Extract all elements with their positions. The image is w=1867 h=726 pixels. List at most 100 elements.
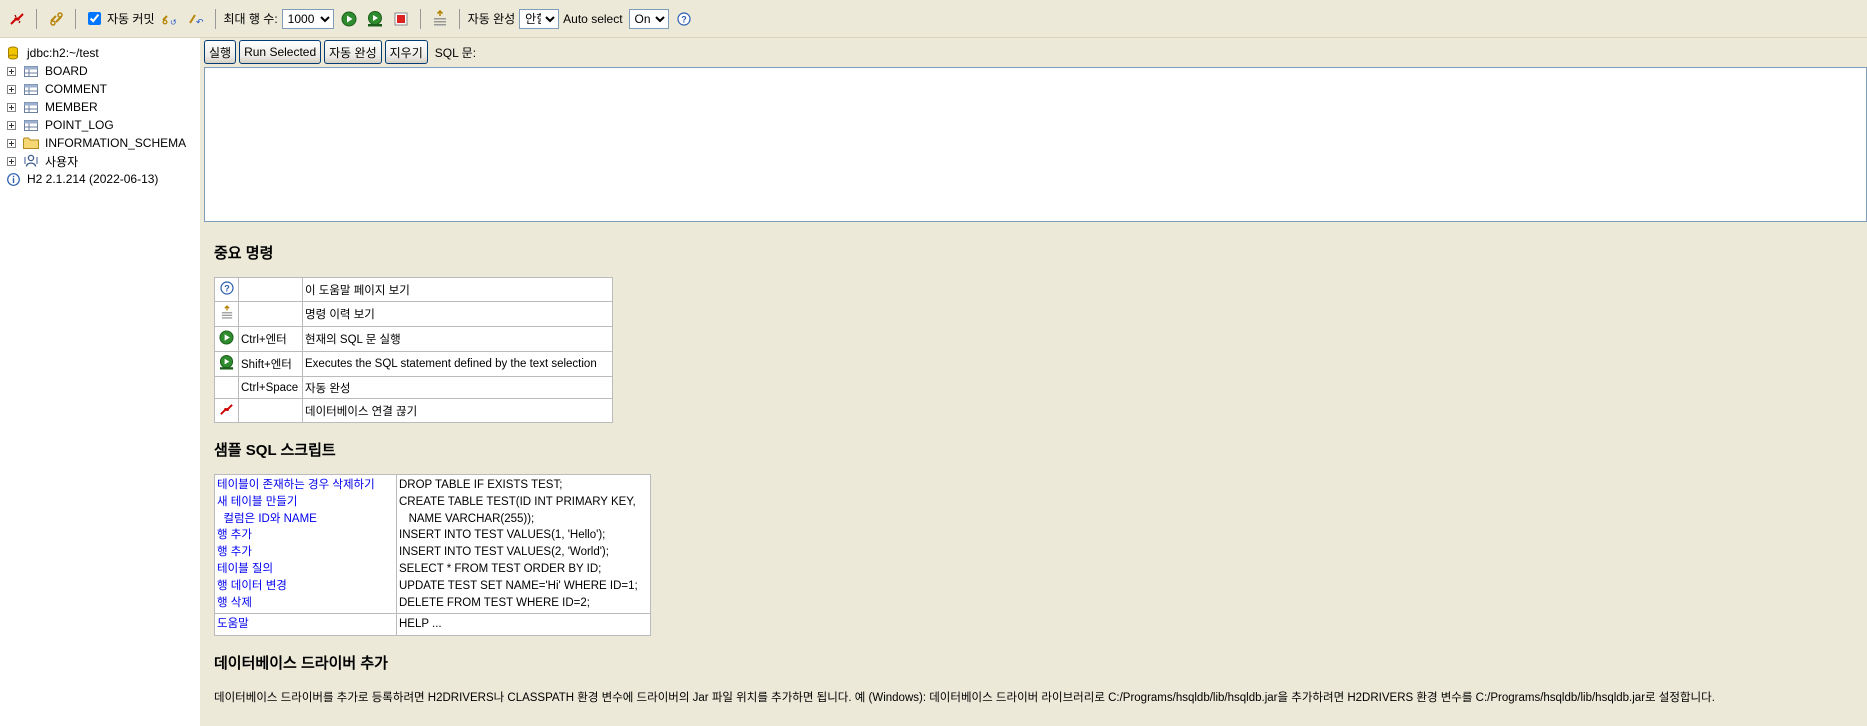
sample-sql-title: 샘플 SQL 스크립트 (214, 442, 336, 459)
sample-labels: 테이블이 존재하는 경우 삭제하기 새 테이블 만들기 컬럼은 ID와 NAME… (214, 473, 397, 615)
sample-sql-line: SELECT * FROM TEST ORDER BY ID; (399, 562, 602, 575)
add-driver-title: 데이터베이스 드라이버 추가 (214, 655, 388, 673)
tree-schema-label: INFORMATION_SCHEMA (45, 136, 187, 150)
command-desc: 이 도움말 페이지 보기 (302, 277, 613, 302)
tree-users-label: 사용자 (45, 154, 79, 169)
autoselect-select[interactable]: On (628, 8, 669, 29)
sample-sql-code: DROP TABLE IF EXISTS TEST; CREATE TABLE … (396, 473, 651, 615)
command-key: Ctrl+Space (238, 376, 303, 399)
sample-link[interactable]: 테이블이 존재하는 경우 삭제하기 (217, 477, 394, 494)
command-key: Shift+엔터 (238, 351, 303, 377)
tree-table-point-log[interactable]: POINT_LOG (0, 116, 200, 134)
sample-sql-line: DELETE FROM TEST WHERE ID=2; (399, 596, 590, 609)
tree-table-label: COMMENT (45, 82, 107, 96)
object-tree: jdbc:h2:~/test BOARD COMMENT MEMBER POIN… (0, 38, 200, 726)
tree-connection[interactable]: jdbc:h2:~/test (0, 44, 200, 62)
tree-table-label: POINT_LOG (45, 118, 114, 132)
info-icon (5, 172, 21, 186)
run-selected-button[interactable]: Run Selected (239, 40, 322, 64)
autocomplete-select[interactable]: 안함 (519, 8, 560, 29)
expand-icon[interactable] (7, 102, 16, 112)
sample-link[interactable]: 테이블 질의 (217, 561, 394, 578)
sample-link[interactable]: 행 삭제 (217, 595, 394, 612)
svg-text:?: ? (224, 284, 230, 294)
table-icon (23, 100, 39, 114)
autocomplete-button[interactable]: 자동 완성 (324, 40, 382, 64)
sample-sql-line: INSERT INTO TEST VALUES(1, 'Hello'); (399, 529, 606, 542)
folder-icon (23, 136, 39, 150)
expand-icon[interactable] (7, 84, 16, 94)
help-icon[interactable]: ? (673, 8, 695, 30)
sample-link[interactable]: 새 테이블 만들기 (217, 494, 394, 511)
toolbar: 자동 커밋 ↺ ↶ 최대 행 수: 1000 자동 완성 안함 Auto sel… (0, 0, 1867, 38)
main-panel: 실행 Run Selected 자동 완성 지우기 SQL 문: 중요 명령 ?… (204, 38, 1867, 726)
tree-schema[interactable]: INFORMATION_SCHEMA (0, 134, 200, 152)
sql-statement-label: SQL 문: (434, 45, 477, 60)
sample-link[interactable]: 행 추가 (217, 544, 394, 561)
tree-table-comment[interactable]: COMMENT (0, 80, 200, 98)
tree-table-member[interactable]: MEMBER (0, 98, 200, 116)
sample-link[interactable]: 컬럼은 ID와 NAME (217, 511, 394, 528)
sample-sql-table: 테이블이 존재하는 경우 삭제하기 새 테이블 만들기 컬럼은 ID와 NAME… (214, 473, 651, 637)
command-key (238, 277, 303, 302)
users-icon (23, 154, 39, 168)
autocommit-checkbox[interactable] (88, 12, 101, 25)
sample-link[interactable]: 행 추가 (217, 527, 394, 544)
command-row: ? 이 도움말 페이지 보기 (214, 277, 613, 302)
run-button[interactable]: 실행 (204, 40, 237, 64)
command-row: 데이터베이스 연결 끊기 (214, 398, 613, 423)
database-icon (5, 46, 21, 60)
tree-table-board[interactable]: BOARD (0, 62, 200, 80)
command-desc: 명령 이력 보기 (302, 301, 613, 327)
toolbar-separator (214, 8, 216, 29)
toolbar-separator (419, 8, 421, 29)
history-icon (214, 301, 239, 327)
run-selected-icon[interactable] (364, 8, 386, 30)
important-commands-title: 중요 명령 (214, 245, 274, 262)
tree-users[interactable]: 사용자 (0, 152, 200, 170)
svg-text:↺: ↺ (170, 18, 177, 27)
autocommit-label: 자동 커밋 (107, 12, 155, 26)
command-key: Ctrl+엔터 (238, 326, 303, 352)
run-selected-icon (214, 351, 239, 377)
expand-icon[interactable] (7, 156, 16, 166)
tree-table-label: MEMBER (45, 100, 98, 114)
important-commands-table: ? 이 도움말 페이지 보기 명령 이력 보기 Ctrl+엔터 현재의 SQL … (214, 277, 613, 423)
stop-icon[interactable] (390, 8, 412, 30)
sample-sql-line: INSERT INTO TEST VALUES(2, 'World'); (399, 546, 609, 559)
autoselect-label: Auto select (563, 11, 623, 26)
command-key (238, 301, 303, 327)
history-icon[interactable] (429, 8, 451, 30)
max-rows-select[interactable]: 1000 (281, 8, 334, 29)
query-button-bar: 실행 Run Selected 자동 완성 지우기 SQL 문: (204, 38, 1867, 66)
autocomplete-label: 자동 완성 (467, 12, 516, 26)
rollback-icon[interactable]: ↶ (185, 8, 207, 30)
table-icon (23, 118, 39, 132)
disconnect-icon[interactable] (6, 8, 28, 30)
expand-icon[interactable] (7, 66, 16, 76)
help-link[interactable]: 도움말 (217, 618, 249, 630)
sample-sql-line: CREATE TABLE TEST(ID INT PRIMARY KEY, (399, 495, 636, 508)
toolbar-separator (458, 8, 460, 29)
clear-button[interactable]: 지우기 (384, 40, 428, 64)
toolbar-separator (36, 8, 37, 29)
refresh-icon[interactable] (45, 8, 67, 30)
expand-icon[interactable] (7, 138, 16, 148)
tree-version: H2 2.1.214 (2022-06-13) (0, 170, 200, 188)
svg-text:?: ? (681, 14, 687, 24)
tree-version-label: H2 2.1.214 (2022-06-13) (27, 172, 159, 186)
command-row: Shift+엔터 Executes the SQL statement defi… (214, 351, 613, 377)
sql-input[interactable] (204, 67, 1867, 222)
help-output: 중요 명령 ? 이 도움말 페이지 보기 명령 이력 보기 Ctrl+엔터 현재… (214, 238, 1864, 705)
expand-icon[interactable] (7, 120, 16, 130)
table-icon (23, 82, 39, 96)
command-row: Ctrl+엔터 현재의 SQL 문 실행 (214, 326, 613, 352)
run-icon (214, 326, 239, 352)
command-row: 명령 이력 보기 (214, 301, 613, 327)
sample-link[interactable]: 행 데이터 변경 (217, 578, 394, 595)
commit-icon[interactable]: ↺ (159, 8, 181, 30)
command-desc: 자동 완성 (302, 376, 613, 399)
run-icon[interactable] (338, 8, 360, 30)
command-row: Ctrl+Space 자동 완성 (214, 376, 613, 399)
tree-connection-label: jdbc:h2:~/test (27, 46, 99, 60)
